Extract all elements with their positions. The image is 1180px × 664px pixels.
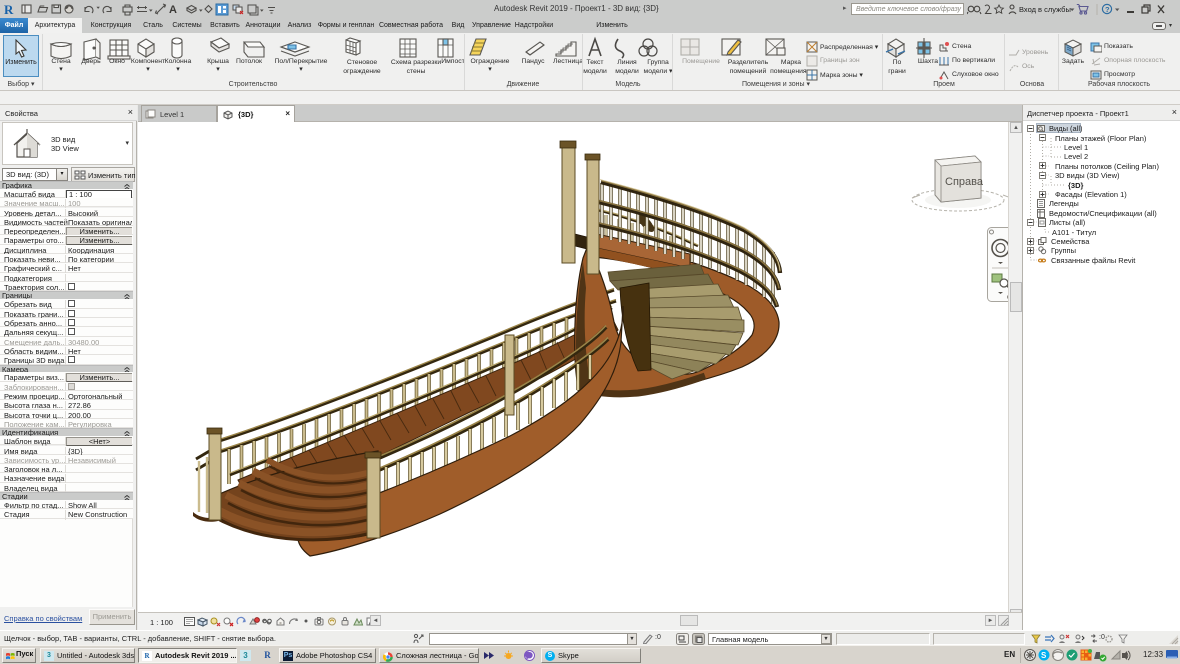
svg-text:Справа: Справа: [945, 176, 984, 188]
svg-text:Вход в службы: Вход в службы: [1019, 5, 1071, 14]
svg-text:?: ?: [1105, 5, 1110, 14]
svg-text:S: S: [1041, 651, 1047, 660]
svg-text:A: A: [169, 4, 177, 16]
